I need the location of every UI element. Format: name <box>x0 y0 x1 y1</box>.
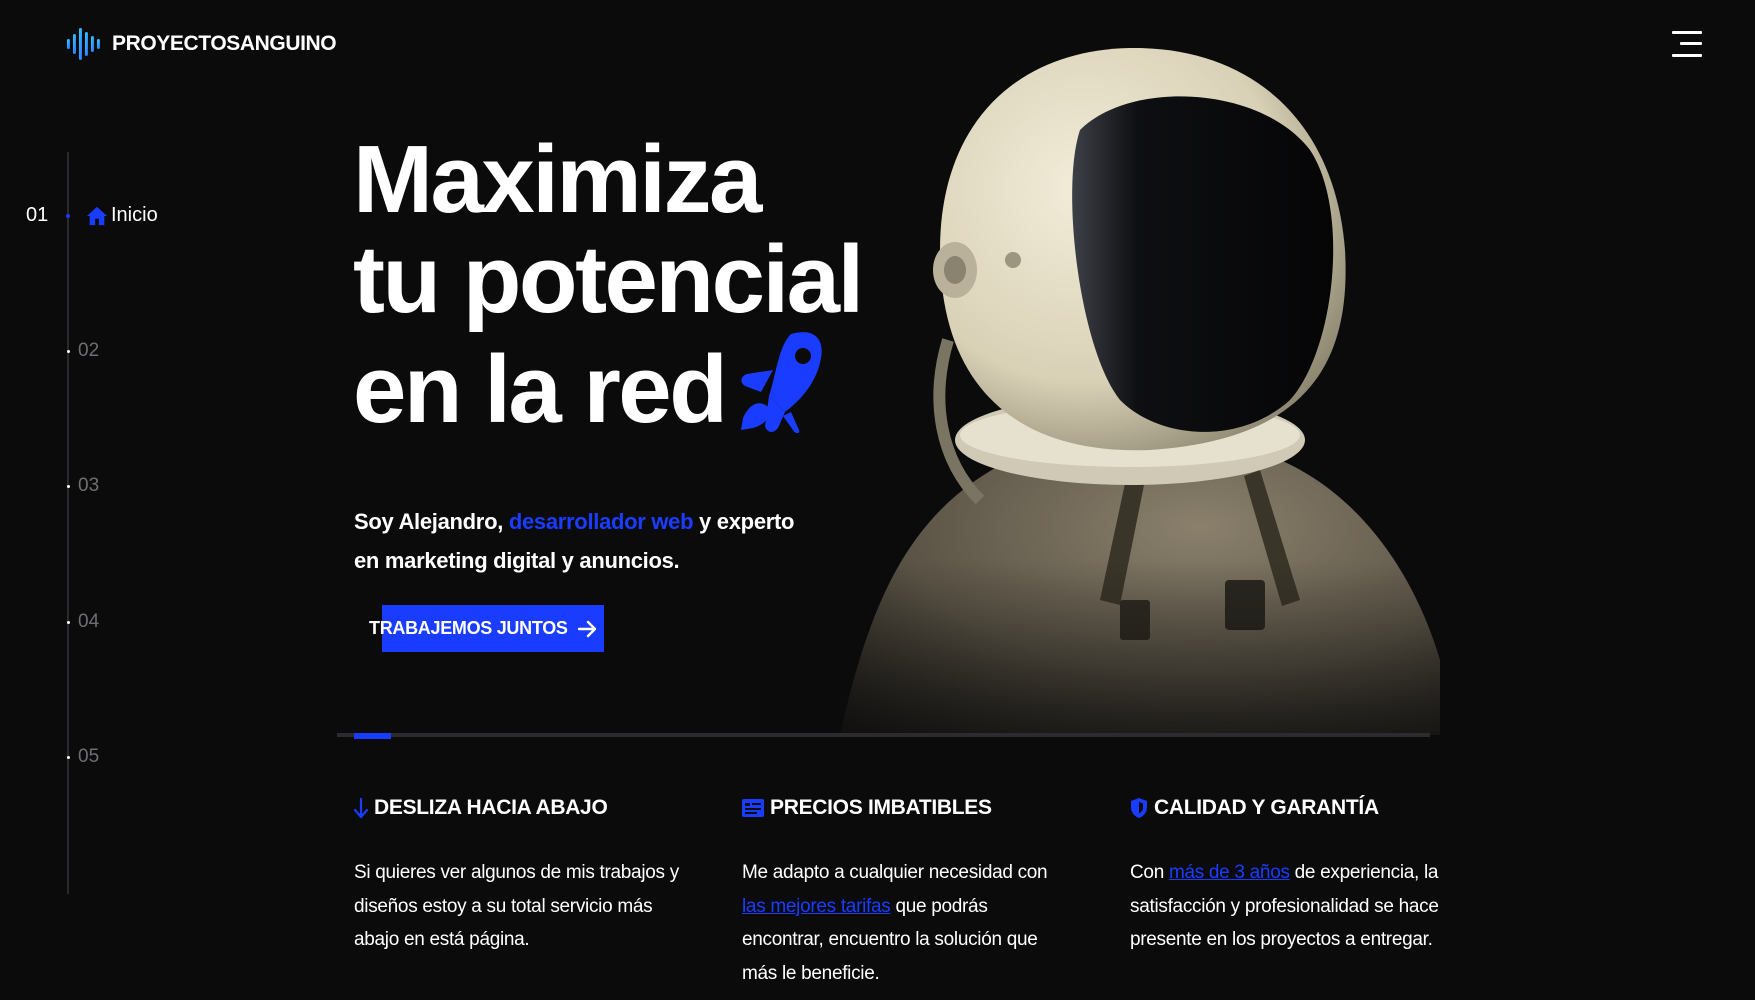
hamburger-menu-icon[interactable] <box>1672 30 1702 58</box>
brand-name: PROYECTOSANGUINO <box>112 32 337 55</box>
side-nav-item-04[interactable]: 04 <box>67 611 99 633</box>
hero-title-line-2: tu potencial <box>353 226 864 333</box>
side-nav-item-05[interactable]: 05 <box>67 746 99 768</box>
feature-desliza: DESLIZA HACIA ABAJO Si quieres ver algun… <box>354 796 684 957</box>
side-nav-label: Inicio <box>111 204 158 226</box>
hero-title-line-3: en la red <box>353 330 862 440</box>
brand-logo[interactable]: PROYECTOSANGUINO <box>66 26 337 62</box>
hero-intro: Soy Alejandro, desarrollador web y exper… <box>354 509 795 573</box>
feature-title: PRECIOS IMBATIBLES <box>770 796 992 819</box>
feature-title: CALIDAD Y GARANTÍA <box>1154 796 1379 819</box>
feature-title: DESLIZA HACIA ABAJO <box>374 796 608 819</box>
arrow-right-icon <box>577 620 596 637</box>
cta-label: TRABAJEMOS JUNTOS <box>369 618 568 638</box>
side-nav-item-inicio[interactable]: 01 Inicio <box>26 204 158 227</box>
slider-progress-track <box>337 733 1430 737</box>
side-nav-item-02[interactable]: 02 <box>67 340 99 362</box>
astronaut-image <box>830 40 1450 735</box>
sound-wave-icon <box>67 28 100 60</box>
shield-icon <box>1131 798 1147 818</box>
arrow-down-icon <box>354 797 368 819</box>
intro-highlight: desarrollador web <box>508 509 694 534</box>
cta-trabajemos-juntos-button[interactable]: TRABAJEMOS JUNTOS <box>369 605 604 652</box>
side-nav-number: 02 <box>78 340 100 361</box>
experiencia-link[interactable]: más de 3 años <box>1169 862 1290 883</box>
hero-title-line-1: Maximiza <box>353 126 762 233</box>
feature-text: Me adapto a cualquier necesidad con las … <box>742 862 1048 984</box>
side-nav-line <box>67 152 69 894</box>
rocket-icon <box>741 332 823 433</box>
feature-calidad: CALIDAD Y GARANTÍA Con más de 3 años de … <box>1130 796 1460 957</box>
hero-title: Maximiza tu potencial en la red <box>353 126 864 440</box>
home-icon <box>86 206 108 225</box>
feature-precios: PRECIOS IMBATIBLES Me adapto a cualquier… <box>742 796 1072 990</box>
feature-text: Con más de 3 años de experiencia, la sat… <box>1130 862 1439 950</box>
side-nav-active-dot <box>66 213 70 218</box>
feature-text: Si quieres ver algunos de mis trabajos y… <box>354 862 679 950</box>
slider-progress-fill <box>354 733 391 739</box>
mejores-tarifas-link[interactable]: las mejores tarifas <box>742 896 891 917</box>
side-nav-number: 01 <box>26 204 49 226</box>
side-nav-number: 04 <box>78 611 100 632</box>
side-nav-item-03[interactable]: 03 <box>67 475 99 497</box>
side-nav-number: 03 <box>78 475 100 496</box>
price-card-icon <box>742 799 764 817</box>
side-nav-number: 05 <box>78 746 100 767</box>
